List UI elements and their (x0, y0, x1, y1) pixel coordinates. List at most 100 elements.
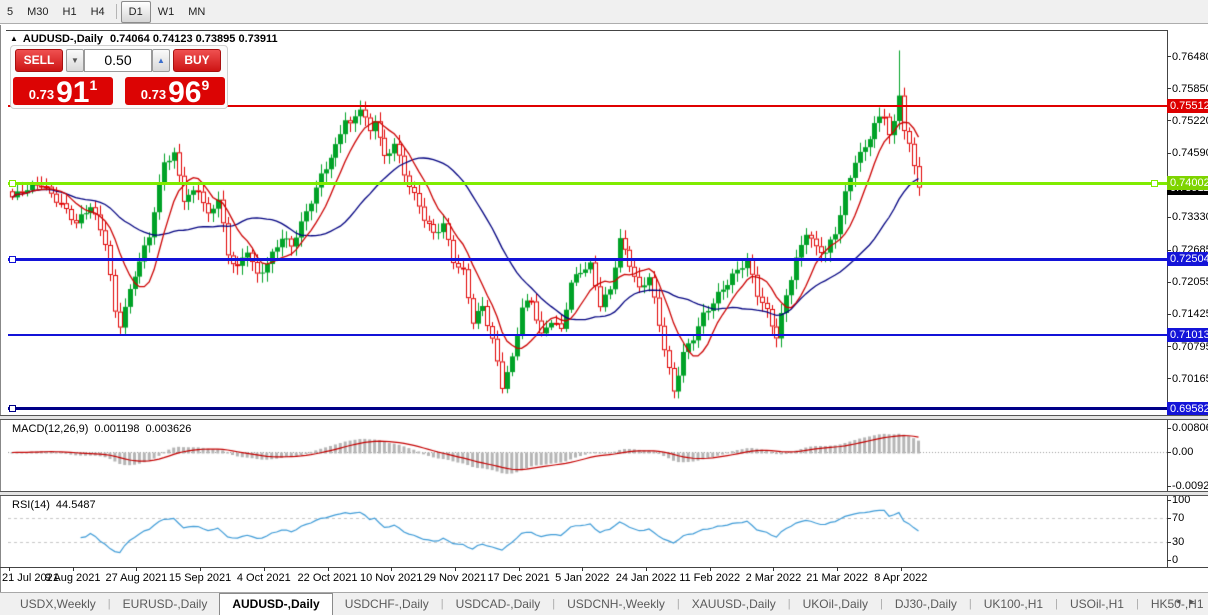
macd-axis-label: 0.008061 (1172, 421, 1208, 435)
tab-scroll-right-icon[interactable]: ► (1188, 597, 1202, 606)
tab-usoil-h1[interactable]: USOil-,H1 (1058, 594, 1136, 615)
lot-decrease-button[interactable]: ▼ (66, 49, 84, 72)
buy-price-prefix: 0.73 (141, 87, 166, 102)
date-label: 4 Oct 2021 (237, 572, 291, 584)
buy-price-big-digits: 96 (168, 80, 201, 105)
price-tick-label: 0.73330 (1172, 210, 1208, 224)
rsi-axis-label: 0 (1172, 553, 1178, 567)
chart-tab-bar: USDX,Weekly|EURUSD-,DailyAUDUSD-,DailyUS… (0, 592, 1208, 615)
timeframe-button-h4[interactable]: H4 (84, 2, 112, 22)
support-line-3[interactable] (8, 407, 1167, 410)
price-tick-label: 0.72055 (1172, 275, 1208, 289)
tab-ukoil-daily[interactable]: UKOil-,Daily (791, 594, 880, 615)
support-line-1-handle[interactable] (9, 256, 16, 263)
toolbar-separator (116, 4, 117, 19)
macd-axis-tick (1167, 428, 1171, 429)
support-line-1[interactable] (8, 258, 1167, 261)
date-label: 24 Jan 2022 (616, 572, 677, 584)
date-label: 15 Sep 2021 (169, 572, 231, 584)
price-axis-tick (1167, 120, 1171, 121)
date-axis-tick (773, 567, 774, 571)
lot-increase-button[interactable]: ▲ (152, 49, 170, 72)
buy-price-display[interactable]: 0.73969 (125, 77, 225, 105)
date-axis-tick (136, 567, 137, 571)
buy-price-pipette: 9 (201, 77, 209, 93)
plot-top-border (6, 30, 1167, 31)
current-price-line[interactable] (8, 182, 1167, 185)
tab-eurusd-daily[interactable]: EURUSD-,Daily (111, 594, 220, 615)
sell-price-pipette: 1 (89, 77, 97, 93)
sell-price-display[interactable]: 0.73911 (13, 77, 113, 105)
tab-usdcnh-weekly[interactable]: USDCNH-,Weekly (555, 594, 677, 615)
price-axis-tick (1167, 378, 1171, 379)
timeframe-toolbar: 5M30H1H4 D1W1MN (0, 0, 1208, 24)
price-axis-tick (1167, 346, 1171, 347)
date-label: 22 Oct 2021 (298, 572, 358, 584)
one-click-trading-panel: SELL ▼ 0.50 ▲ BUY 0.73911 0.73969 (10, 45, 228, 109)
date-label: 10 Nov 2021 (360, 572, 422, 584)
pane-splitter[interactable] (0, 491, 1208, 496)
chart-symbol-label: AUDUSD-,Daily (23, 33, 103, 45)
price-marker-box: 0.74002 (1167, 176, 1208, 190)
price-tick-label: 0.74590 (1172, 146, 1208, 160)
date-axis-tick (519, 567, 520, 571)
tab-usdx-weekly[interactable]: USDX,Weekly (8, 594, 108, 615)
rsi-axis-label: 70 (1172, 511, 1184, 525)
date-axis-tick (901, 567, 902, 571)
support-line-3-handle[interactable] (9, 405, 16, 412)
price-axis-tick (1167, 153, 1171, 154)
timeframe-button-d1[interactable]: D1 (121, 1, 151, 23)
price-tick-label: 0.75850 (1172, 82, 1208, 96)
tab-audusd-daily[interactable]: AUDUSD-,Daily (219, 593, 332, 615)
price-tick-label: 0.71425 (1172, 307, 1208, 321)
price-marker-box: 0.72504 (1167, 252, 1208, 266)
current-price-line-handle[interactable] (1151, 180, 1158, 187)
date-axis-tick (455, 567, 456, 571)
timeframe-button-mn[interactable]: MN (181, 2, 212, 22)
tab-usdcad-daily[interactable]: USDCAD-,Daily (444, 594, 553, 615)
date-axis-tick (710, 567, 711, 571)
date-axis-tick (200, 567, 201, 571)
sell-button[interactable]: SELL (15, 49, 63, 72)
price-marker-box: 0.69582 (1167, 402, 1208, 416)
date-label: 2 Mar 2022 (746, 572, 802, 584)
support-line-2[interactable] (8, 334, 1167, 336)
timeframe-button-w1[interactable]: W1 (151, 2, 182, 22)
lot-size-input[interactable]: 0.50 (84, 49, 152, 72)
price-axis-tick (1167, 217, 1171, 218)
rsi-axis-tick (1167, 560, 1171, 561)
rsi-axis-tick (1167, 518, 1171, 519)
pane-splitter[interactable] (0, 415, 1208, 420)
tab-uk100-h1[interactable]: UK100-,H1 (972, 594, 1055, 615)
tab-scroll-left-icon[interactable]: ◄ (1174, 597, 1188, 606)
price-marker-box: 0.75512 (1167, 99, 1208, 113)
rsi-indicator-canvas[interactable] (8, 496, 1167, 567)
date-label: 8 Apr 2022 (874, 572, 927, 584)
date-axis-tick (73, 567, 74, 571)
timeframe-button-m30[interactable]: M30 (20, 2, 55, 22)
date-label: 17 Dec 2021 (487, 572, 549, 584)
date-axis-tick (328, 567, 329, 571)
price-axis-tick (1167, 250, 1171, 251)
macd-label: MACD(12,26,9)0.0011980.003626 (12, 423, 191, 435)
current-price-line-handle[interactable] (9, 180, 16, 187)
macd-name: MACD (12, 423, 44, 435)
macd-axis-tick (1167, 486, 1171, 487)
date-axis-tick (391, 567, 392, 571)
timeframe-button-h1[interactable]: H1 (56, 2, 84, 22)
tab-xauusd-daily[interactable]: XAUUSD-,Daily (680, 594, 788, 615)
date-axis-tick (646, 567, 647, 571)
timeframe-button-5[interactable]: 5 (0, 2, 20, 22)
price-axis-tick (1167, 56, 1171, 57)
price-axis-tick (1167, 88, 1171, 89)
date-label: 21 Mar 2022 (806, 572, 868, 584)
rsi-params: (14) (30, 499, 50, 511)
plot-bottom-border (0, 567, 1208, 568)
tab-dj30-daily[interactable]: DJ30-,Daily (883, 594, 969, 615)
chart-ohlc-values: 0.74064 0.74123 0.73895 0.73911 (110, 33, 278, 45)
macd-axis-label: 0.00 (1172, 445, 1193, 459)
date-axis-tick (9, 567, 10, 571)
collapse-chart-icon[interactable]: ▲ (10, 34, 18, 43)
tab-usdchf-daily[interactable]: USDCHF-,Daily (333, 594, 441, 615)
buy-button[interactable]: BUY (173, 49, 221, 72)
